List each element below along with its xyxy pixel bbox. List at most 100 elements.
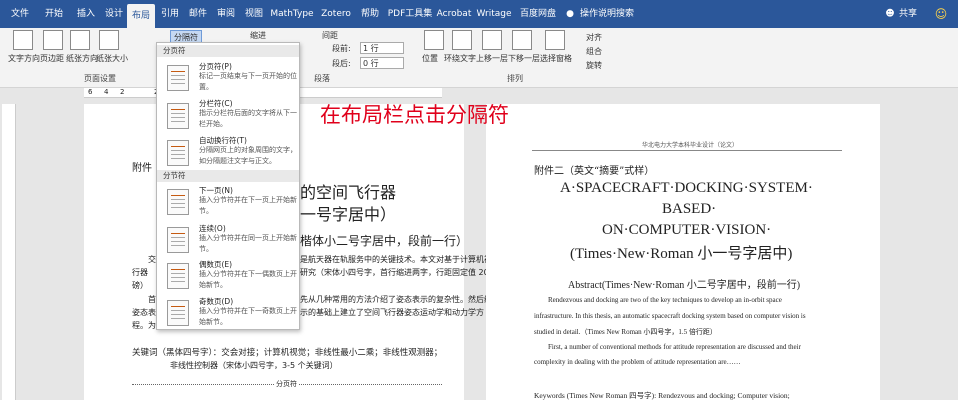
header-rule — [532, 150, 842, 151]
tab-file[interactable]: 文件 — [6, 0, 34, 28]
align-button[interactable]: 对齐 — [586, 32, 602, 43]
menu-item-desc: 分隔网页上的对象周围的文字，如分隔题注文字与正文。 — [199, 146, 297, 165]
tab-review[interactable]: 审阅 — [212, 0, 240, 28]
margins-button[interactable]: 页边距 — [40, 53, 64, 64]
para-fragment: 磅） — [132, 281, 148, 290]
lightbulb-icon: ● — [566, 9, 574, 19]
abstract-line: infrastructure. In this thesis, an autom… — [534, 312, 806, 320]
para-fragment: 首 — [148, 295, 156, 304]
continuous-icon — [167, 227, 189, 253]
spacing-before-input[interactable]: 1 行 — [360, 42, 404, 54]
word-window: 文件 开始 插入 设计 布局 引用 邮件 审阅 视图 MathType Zote… — [0, 0, 958, 400]
text-direction-icon[interactable] — [13, 30, 33, 50]
arrange-group-label: 排列 — [507, 74, 523, 83]
tab-mailings[interactable]: 邮件 — [184, 0, 212, 28]
text-wrapping-break-icon — [167, 140, 189, 166]
ribbon-layout: 文字方向 页边距 纸张方向 纸张大小 分隔符 缩进 间距 段前: 1 行 段后:… — [0, 28, 958, 88]
tab-references[interactable]: 引用 — [156, 0, 184, 28]
chinese-title-line-2: 一号字居中） — [300, 205, 397, 224]
selection-pane-button[interactable]: 选择窗格 — [540, 53, 572, 64]
share-button[interactable]: 共享 — [896, 0, 920, 28]
abstract-line: Rendezvous and docking are two of the ke… — [548, 296, 782, 304]
spacing-label: 间距 — [322, 31, 338, 40]
english-title-line-2: BASED· — [662, 201, 717, 217]
ribbon-tab-bar: 文件 开始 插入 设计 布局 引用 邮件 审阅 视图 MathType Zote… — [0, 0, 958, 28]
bring-forward-icon[interactable] — [482, 30, 502, 50]
page-header: 华北电力大学本科毕业设计（论文） — [642, 142, 739, 149]
para-fragment: 交 — [148, 255, 156, 264]
next-page-icon — [167, 189, 189, 215]
size-button[interactable]: 纸张大小 — [96, 53, 128, 64]
tab-home[interactable]: 开始 — [40, 0, 68, 28]
tab-mathtype[interactable]: MathType — [270, 0, 314, 28]
spacing-after-label: 段后: — [332, 59, 351, 68]
abstract-line: First, a number of conventional methods … — [548, 343, 801, 351]
position-icon[interactable] — [424, 30, 444, 50]
para-fragment: 研究（宋体小四号字，首行缩进两字，行距固定值 20 — [300, 268, 489, 277]
section-breaks-section-header: 分节符 — [157, 170, 299, 182]
tab-layout[interactable]: 布局 — [127, 4, 155, 28]
orientation-icon[interactable] — [70, 30, 90, 50]
keywords-line: 关键词（黑体四号字）：交会对接；计算机视觉；非线性最小二乘；非线性观测器； — [132, 348, 443, 358]
para-fragment: 示的基础上建立了空间飞行器姿态运动学和动力学方 — [300, 308, 484, 317]
keywords-line: Keywords (Times New Roman 四号字): Rendezvo… — [534, 391, 790, 400]
tab-design[interactable]: 设计 — [100, 0, 128, 28]
tab-pdf-tools[interactable]: PDF工具集 — [386, 0, 434, 28]
breaks-dropdown-menu: 分页符 分页符(P) 标记一页结束与下一页开始的位置。 分栏符(C) 指示分栏符… — [156, 42, 300, 330]
menu-item-desc: 插入分节符并在下一页上开始新节。 — [199, 196, 297, 215]
tab-zotero[interactable]: Zotero — [318, 0, 354, 28]
orientation-button[interactable]: 纸张方向 — [66, 53, 98, 64]
english-title-line-4: (Times·New·Roman 小一号字居中) — [570, 246, 793, 262]
para-fragment: 程。为 — [132, 321, 156, 330]
tab-help[interactable]: 帮助 — [356, 0, 384, 28]
document-page-right[interactable]: 华北电力大学本科毕业设计（论文） 附件二（英文“摘要”式样） A·SPACECR… — [486, 104, 880, 400]
position-button[interactable]: 位置 — [422, 53, 438, 64]
menu-item-desc: 标记一页结束与下一页开始的位置。 — [199, 72, 297, 91]
menu-item-desc: 指示分栏符后面的文字将从下一栏开始。 — [199, 109, 297, 128]
wrap-text-button[interactable]: 环绕文字 — [444, 53, 476, 64]
odd-page-icon — [167, 300, 189, 326]
english-abstract-heading: Abstract(Times·New·Roman 小二号字居中，段前一行) — [568, 280, 801, 291]
abstract-line: studied in detail.（Times New Roman 小四号字，… — [534, 328, 717, 336]
tab-baidu-pan[interactable]: 百度网盘 — [518, 0, 558, 28]
send-backward-icon[interactable] — [512, 30, 532, 50]
keywords-line-2: 非线性控制器（宋体小四号字，3-5 个关键词） — [170, 361, 338, 370]
indent-label: 缩进 — [250, 31, 266, 40]
tab-acrobat[interactable]: Acrobat — [436, 0, 472, 28]
smiley-icon[interactable]: ☺ — [934, 0, 948, 28]
user-icon: ☻ — [885, 9, 895, 19]
page-breaks-section-header: 分页符 — [157, 45, 299, 57]
text-direction-button[interactable]: 文字方向 — [8, 53, 40, 64]
english-title-line-1: A·SPACECRAFT·DOCKING·SYSTEM· — [560, 180, 813, 196]
tell-me-search[interactable]: 操作说明搜索 — [580, 0, 640, 28]
menu-item-desc: 插入分节符并在下一奇数页上开始新节。 — [199, 307, 297, 326]
appendix-label: 附件 — [132, 163, 152, 174]
wrap-text-icon[interactable] — [452, 30, 472, 50]
tab-writage[interactable]: Writage — [476, 0, 512, 28]
spacing-after-input[interactable]: 0 行 — [360, 57, 404, 69]
column-break-icon — [167, 103, 189, 129]
size-icon[interactable] — [99, 30, 119, 50]
page-setup-group-label: 页面设置 — [84, 74, 116, 83]
abstract-line: complexity in dealing with the problem o… — [534, 358, 741, 366]
margins-icon[interactable] — [43, 30, 63, 50]
send-backward-button[interactable]: 下移一层 — [508, 53, 540, 64]
bring-forward-button[interactable]: 上移一层 — [476, 53, 508, 64]
para-fragment: 行器 — [132, 268, 148, 277]
appendix-label: 附件二（英文“摘要”式样） — [534, 166, 655, 177]
tab-insert[interactable]: 插入 — [72, 0, 100, 28]
spacing-before-label: 段前: — [332, 44, 351, 53]
tab-view[interactable]: 视图 — [240, 0, 268, 28]
menu-item-desc: 插入分节符并在同一页上开始新节。 — [199, 234, 297, 253]
chinese-abstract-heading: 楷体小二号字居中，段前一行） — [300, 234, 469, 248]
vertical-ruler[interactable] — [2, 104, 16, 400]
chinese-title-line-1: 的空间飞行器 — [300, 183, 397, 202]
para-fragment: 姿态表 — [132, 308, 156, 317]
annotation-caption: 在布局栏点击分隔符 — [320, 103, 509, 127]
selection-pane-icon[interactable] — [545, 30, 565, 50]
group-button[interactable]: 组合 — [586, 46, 602, 57]
even-page-icon — [167, 263, 189, 289]
page-break-icon — [167, 65, 189, 91]
rotate-button[interactable]: 旋转 — [586, 60, 602, 71]
paragraph-group-label: 段落 — [314, 74, 330, 83]
